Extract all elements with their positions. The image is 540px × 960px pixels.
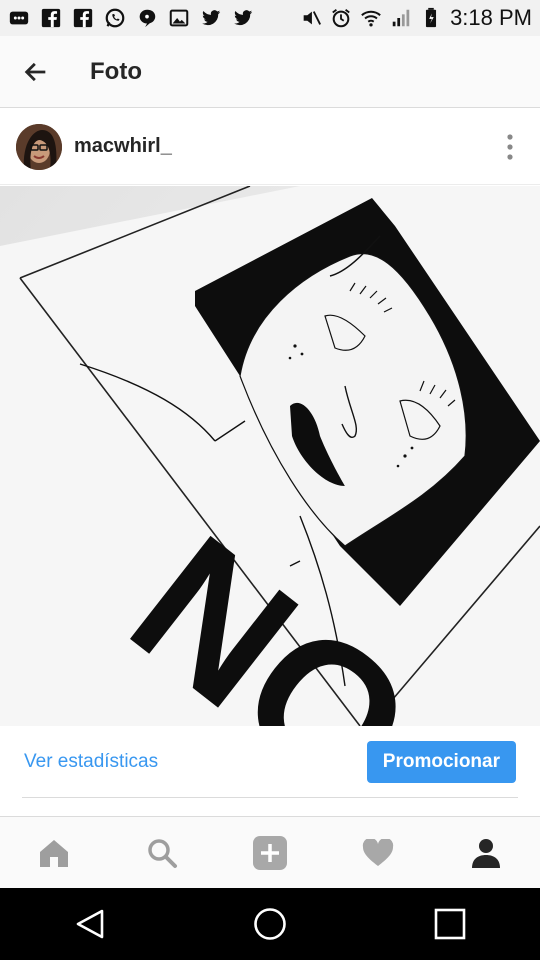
message-icon [8,7,30,29]
nav-home-button[interactable] [235,889,305,959]
chat-bubble-icon [136,7,158,29]
status-bar: 3:18 PM [0,0,540,36]
page-title: Foto [90,57,142,85]
whatsapp-icon [104,7,126,29]
tab-add[interactable] [240,823,300,883]
back-triangle-icon [76,909,104,939]
back-button[interactable] [0,36,72,108]
view-stats-link[interactable]: Ver estadísticas [24,751,158,773]
heart-icon [362,838,394,866]
avatar[interactable] [16,123,62,170]
system-icons: 3:18 PM [300,5,532,31]
home-icon [40,839,68,867]
drawing-image: NO [0,186,540,726]
tab-activity[interactable] [348,823,408,883]
more-options-button[interactable] [480,117,540,177]
more-vertical-icon [507,133,513,160]
promote-button[interactable]: Promocionar [366,741,516,783]
tab-home[interactable] [24,823,84,883]
post-header: macwhirl_ [0,109,540,185]
divider [22,797,518,798]
search-icon [148,838,177,868]
status-time: 3:18 PM [450,5,532,30]
notification-icons [8,7,254,29]
twitter-icon [200,7,222,29]
nav-recents-button[interactable] [415,889,485,959]
signal-icon [390,7,412,29]
username[interactable]: macwhirl_ [74,135,172,158]
arrow-left-icon [24,62,46,81]
mute-icon [300,7,322,29]
app-header: Foto [0,36,540,108]
home-circle-icon [254,908,286,940]
twitter-icon [232,7,254,29]
facebook-icon [72,7,94,29]
bottom-tab-bar [0,816,540,888]
tab-profile[interactable] [456,823,516,883]
system-nav-bar [0,888,540,960]
post-actions: Ver estadísticas Promocionar [0,727,540,797]
post-photo[interactable]: NO [0,186,540,726]
profile-icon [472,838,500,868]
battery-icon [420,7,442,29]
add-icon [253,835,287,870]
wifi-icon [360,7,382,29]
tab-search[interactable] [132,823,192,883]
alarm-icon [330,7,352,29]
recents-square-icon [434,908,466,940]
gallery-icon [168,7,190,29]
nav-back-button[interactable] [55,889,125,959]
facebook-icon [40,7,62,29]
